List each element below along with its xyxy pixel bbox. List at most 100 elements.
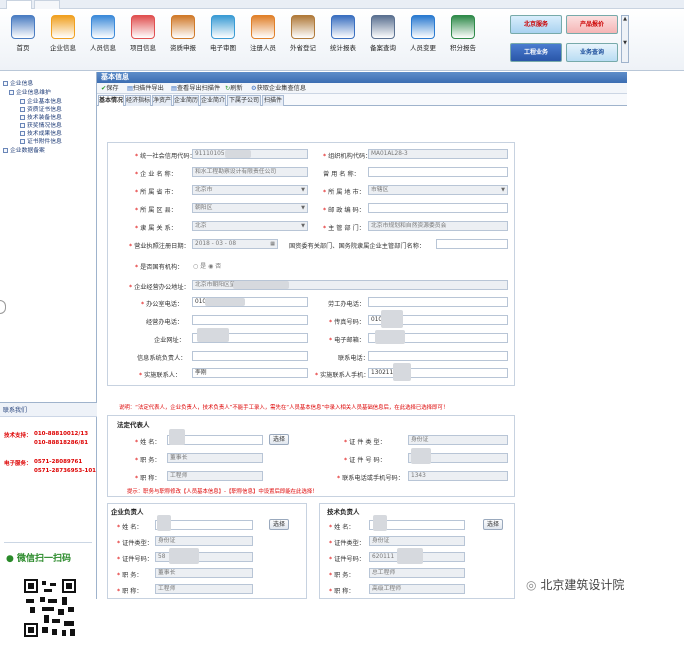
sasac-field[interactable] [436, 239, 508, 249]
gov-radio-group: ○ 是 ◉ 否 [193, 263, 222, 270]
toolbar-button[interactable]: 企业信息 [44, 11, 82, 69]
tree-group[interactable]: 企业信息维护 [9, 87, 51, 96]
credit-code-label: * 统一社会信用代码： [135, 153, 196, 160]
city-select[interactable]: 市辖区 ▼ [368, 185, 508, 195]
tab-history[interactable]: 企业简历 [173, 95, 199, 106]
folder-icon [51, 15, 75, 39]
toolbar-button[interactable]: 首页 [4, 11, 42, 69]
watermark: ◎ 北京建筑设计院 [526, 578, 625, 592]
toolbar-label: 外省登记 [290, 44, 316, 52]
chart-icon [331, 15, 355, 39]
radio-yes[interactable]: ○ [193, 263, 198, 270]
database-search-icon [371, 15, 395, 39]
former-name-field[interactable] [368, 167, 508, 177]
date-field[interactable]: 2018 - 03 - 08 ▦ [192, 239, 278, 249]
legal-phone-field[interactable]: 1343 [408, 471, 508, 481]
title-strip [0, 0, 684, 9]
export-scan-button[interactable]: ▤扫描件导出 [127, 83, 164, 94]
legal-idtype-field[interactable]: 身份证 [408, 435, 508, 445]
tab-scan[interactable]: 扫描件 [262, 95, 284, 106]
tech-title-field[interactable]: 高级工程师 [369, 584, 465, 594]
tab-intro[interactable]: 企业简介 [200, 95, 226, 106]
tab-net-assets[interactable]: 净资产 [152, 95, 172, 106]
tech-idtype-label: * 证件类型： [329, 540, 365, 547]
org-code-field[interactable]: MA01AL28-3 [368, 149, 508, 159]
radio-no[interactable]: ◉ [208, 263, 213, 270]
fax-label: * 传真号码： [329, 319, 365, 326]
toolbar-button[interactable]: 注册人员 [244, 11, 282, 69]
tech-select-button[interactable]: 选择 [483, 519, 503, 530]
tree-root[interactable]: 企业信息 [3, 78, 33, 87]
company-name-field[interactable]: 和水工程勘察设计有限责任公司 [192, 167, 308, 177]
boss-select-button[interactable]: 选择 [269, 519, 289, 530]
hr-phone-field[interactable] [368, 297, 508, 307]
toolbar-button[interactable]: 人员信息 [84, 11, 122, 69]
tech-duty-field[interactable]: 总工程师 [369, 568, 465, 578]
contact-phone-field[interactable] [368, 351, 508, 361]
sys-owner-field[interactable] [192, 351, 308, 361]
person-add-icon [91, 15, 115, 39]
boss-duty-field[interactable]: 董事长 [155, 568, 253, 578]
tree-toggle-icon[interactable] [3, 148, 8, 153]
district-select[interactable]: 朝阳区 ▼ [192, 203, 308, 213]
boss-idtype-field[interactable]: 身份证 [155, 536, 253, 546]
banner-query[interactable]: 业务查询 [566, 43, 618, 62]
tab-basic[interactable]: 基本情况 [98, 95, 124, 106]
calendar-icon[interactable]: ▦ [270, 240, 275, 248]
toolbar-button[interactable]: 人员变更 [404, 11, 442, 69]
legal-duty-label: * 职 务： [135, 457, 161, 464]
toolbar-label: 积分报告 [450, 44, 476, 52]
redaction [381, 310, 403, 328]
former-name-label: 曾 用 名 称： [323, 171, 360, 178]
legal-title-field[interactable]: 工程师 [167, 471, 263, 481]
tab-subsidiary[interactable]: 下属子公司 [227, 95, 261, 106]
page-icon [20, 139, 25, 144]
banner-quote[interactable]: 产品报价 [566, 15, 618, 34]
liaison-mobile-field[interactable]: 1302112 [368, 368, 508, 378]
boss-title-field[interactable]: 工程师 [155, 584, 253, 594]
banner-scroll[interactable]: ▲ ▼ [621, 15, 629, 63]
dept-field[interactable]: 北京市规划和自然资源委员会 [368, 221, 508, 231]
tree-other[interactable]: 企业数据备案 [3, 145, 45, 154]
toolbar-button[interactable]: 统计报表 [324, 11, 362, 69]
liaison-field[interactable]: 李刚 [192, 368, 308, 378]
tab-economic[interactable]: 经济指标 [125, 95, 151, 106]
pr-phone-field[interactable] [192, 315, 308, 325]
toolbar-button[interactable]: 项目信息 [124, 11, 162, 69]
tech-name-label: * 姓 名： [329, 524, 355, 531]
legal-rep-header: 法定代表人 [117, 421, 150, 429]
toolbar-button[interactable]: 电子审图 [204, 11, 242, 69]
toolbar-button[interactable]: 资质申报 [164, 11, 202, 69]
banner-service[interactable]: 北京服务 [510, 15, 562, 34]
relation-select[interactable]: 北京 ▼ [192, 221, 308, 231]
redaction [393, 363, 411, 381]
user-change-icon [411, 15, 435, 39]
window-tab[interactable] [34, 0, 60, 9]
legal-select-button[interactable]: 选择 [269, 434, 289, 445]
toolbar-button[interactable]: 备案查询 [364, 11, 402, 69]
zip-field[interactable] [368, 203, 508, 213]
ecard-phone: 0571-28736953-101 [34, 468, 96, 474]
tech-idtype-field[interactable]: 身份证 [369, 536, 465, 546]
legal-duty-field[interactable]: 董事长 [167, 453, 263, 463]
refresh-button[interactable]: ↻刷新 [225, 83, 243, 94]
tree-item[interactable]: 证书附件信息 [20, 136, 62, 145]
collapse-handle-icon[interactable] [0, 300, 6, 314]
save-button[interactable]: ✔保存 [101, 83, 119, 94]
sys-owner-label: 信息系统负责人： [137, 355, 187, 362]
tree-toggle-icon[interactable] [3, 81, 8, 86]
fetch-info-button[interactable]: ⚙获取企业集查信息 [251, 83, 306, 94]
toolbar-label: 企业信息 [50, 44, 76, 52]
view-scan-button[interactable]: ▤查看导出扫描件 [171, 83, 220, 94]
redaction [397, 548, 423, 564]
wechat-icon: ● [6, 554, 14, 564]
chevron-down-icon: ▼ [301, 223, 305, 229]
tech-idno-label: * 证件号码： [329, 556, 365, 563]
province-select[interactable]: 北京市 ▼ [192, 185, 308, 195]
main-area: 基本信息 ✔保存 ▤扫描件导出 ▤查看导出扫描件 ↻刷新 ⚙获取企业集查信息 基… [97, 72, 627, 599]
toolbar-button[interactable]: 外省登记 [284, 11, 322, 69]
window-tab[interactable] [6, 0, 32, 9]
toolbar-button[interactable]: 积分报告 [444, 11, 482, 69]
banner-business[interactable]: 工程业务 [510, 43, 562, 62]
email-label: * 电子邮箱： [329, 337, 365, 344]
